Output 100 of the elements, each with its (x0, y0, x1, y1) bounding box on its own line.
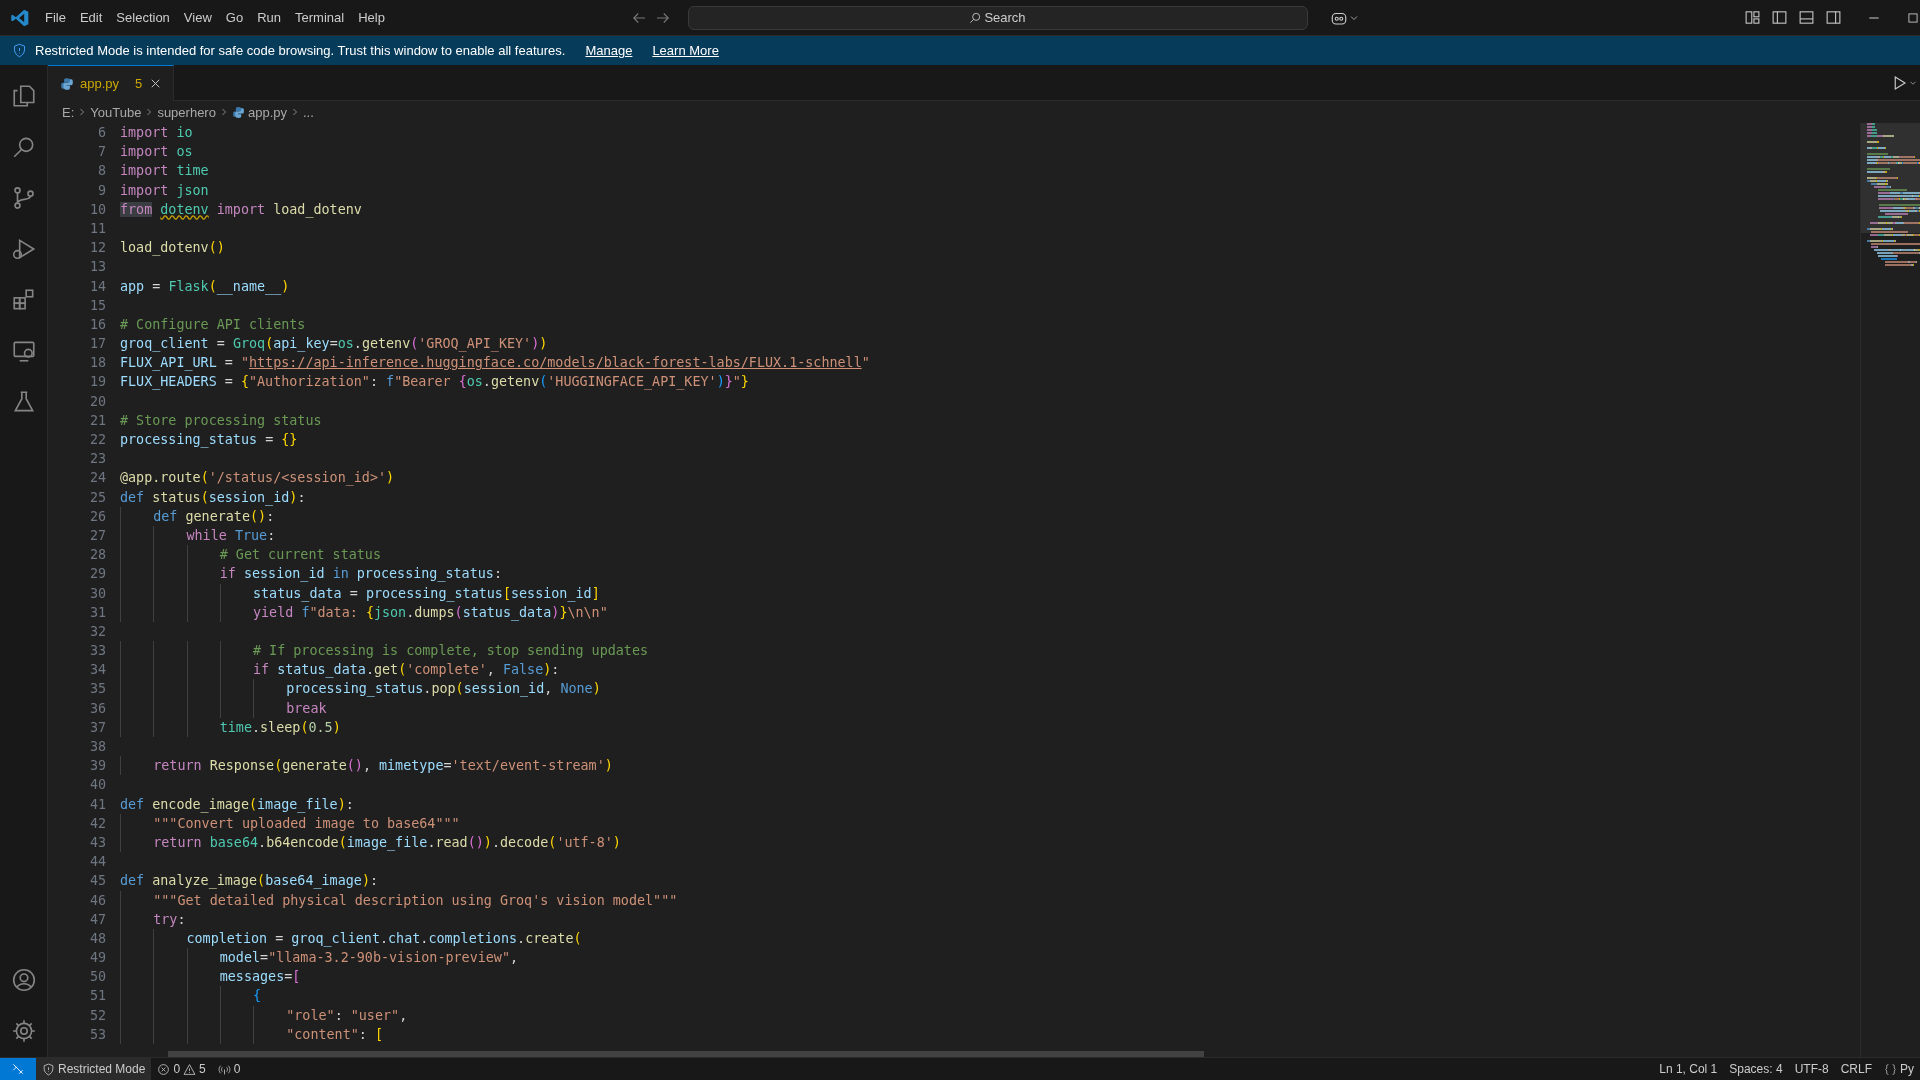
line-number: 50 (88, 968, 107, 987)
braces-icon (1884, 1062, 1897, 1076)
menu-item[interactable]: Go (218, 6, 251, 29)
layout-icon[interactable] (1744, 9, 1761, 26)
breadcrumb-item[interactable]: ... (303, 104, 314, 120)
line-number: 47 (88, 910, 107, 929)
menu-item[interactable]: Run (250, 6, 288, 29)
line-number: 42 (88, 814, 107, 833)
search-icon (968, 10, 982, 25)
line-number: 13 (88, 258, 107, 277)
line-number: 51 (88, 987, 107, 1006)
panel-toggle-icon[interactable] (1798, 9, 1815, 26)
code-line: # If processing is complete, stop sending updates (120, 641, 649, 661)
code-line: def generate(): (120, 506, 275, 526)
line-number: 49 (88, 949, 107, 968)
code-line: # Get current status (120, 545, 381, 565)
cursor-position[interactable]: Ln 1, Col 1 (1653, 1058, 1724, 1080)
line-number: 21 (88, 411, 107, 430)
code-line: def status(session_id): (120, 488, 306, 507)
breadcrumb-item[interactable]: E: (62, 104, 75, 120)
code-line: completion = groq_client.chat.completions.create( (120, 928, 582, 949)
problems-button[interactable]: 0 5 (151, 1058, 212, 1080)
line-number: 26 (88, 507, 107, 526)
settings-icon[interactable] (10, 1018, 37, 1044)
line-number: 37 (88, 718, 107, 737)
antenna-icon (217, 1062, 231, 1076)
menu-item[interactable]: Edit (72, 6, 110, 29)
python-icon (60, 76, 74, 91)
maximize-icon[interactable] (1906, 10, 1920, 25)
code-line: app = Flask(__name__) (120, 277, 290, 296)
line-number: 38 (88, 738, 107, 756)
code-line: # Configure API clients (120, 315, 306, 334)
breadcrumb-item[interactable]: superhero (157, 104, 216, 120)
line-number: 44 (88, 853, 107, 872)
code-line: # Store processing status (120, 411, 322, 430)
code-line: if session_id in processing_status: (120, 564, 502, 584)
code-line: messages=[ (120, 967, 301, 987)
menu-item[interactable]: File (38, 6, 73, 29)
run-debug-icon[interactable] (10, 236, 37, 262)
line-number: 23 (88, 450, 107, 469)
secondary-sidebar-toggle-icon[interactable] (1825, 9, 1842, 26)
app-logo (10, 7, 30, 28)
code-line: status_data = processing_status[session_id] (120, 583, 600, 603)
line-number: 48 (88, 929, 107, 948)
search-field[interactable]: Search (688, 5, 1308, 30)
code-line: import os (120, 143, 193, 162)
breadcrumb-item[interactable]: app.py (247, 104, 287, 120)
code-line: model="llama-3.2-90b-vision-preview", (120, 948, 519, 968)
language-mode[interactable]: Py (1878, 1058, 1920, 1080)
line-number: 33 (88, 642, 107, 661)
files-icon[interactable] (10, 83, 37, 109)
menu-item[interactable]: Selection (109, 6, 177, 29)
code-line: return base64.b64encode(image_file.read()).decode('utf-8') (120, 832, 621, 853)
line-number: 9 (96, 181, 107, 200)
line-number: 52 (88, 1006, 107, 1025)
menu-item[interactable]: View (176, 6, 219, 29)
line-number: 30 (88, 584, 107, 603)
sidebar-toggle-icon[interactable] (1771, 9, 1788, 26)
encoding-setting[interactable]: UTF-8 (1788, 1058, 1835, 1080)
code-line: import json (120, 181, 209, 200)
indentation-setting[interactable]: Spaces: 4 (1723, 1058, 1789, 1080)
line-number: 46 (88, 891, 107, 910)
code-line: load_dotenv() (120, 239, 225, 258)
line-number: 27 (88, 526, 107, 545)
line-number: 17 (88, 335, 107, 354)
code-line: while True: (120, 525, 276, 546)
code-line: try: (120, 909, 186, 929)
line-number: 24 (88, 469, 107, 488)
code-line: break (120, 698, 327, 718)
code-line: processing_status.pop(session_id, None) (120, 679, 601, 699)
line-ending-setting[interactable]: CRLF (1834, 1058, 1878, 1080)
code-line: import io (120, 124, 193, 142)
line-number: 34 (88, 661, 107, 680)
line-number: 39 (88, 757, 107, 776)
restricted-mode-message: Restricted Mode is intended for safe code browsing. Trust this window to enable all features. (35, 43, 566, 58)
menu-item[interactable]: Help (351, 6, 392, 29)
remote-icon (11, 1062, 25, 1076)
code-line: FLUX_API_URL = "https://api-inference.huggingface.co/models/black-forest-labs/FLUX.1-schnell" (120, 354, 870, 373)
banner-link[interactable]: Manage (585, 43, 633, 58)
code-line: def encode_image(image_file): (120, 795, 354, 814)
code-line: "role": "user", (120, 1005, 408, 1025)
line-number: 28 (88, 546, 107, 565)
line-number: 45 (88, 872, 107, 891)
code-line: import time (120, 162, 209, 181)
line-number: 32 (88, 622, 107, 641)
menu-item[interactable]: Terminal (288, 6, 352, 29)
shield-icon (12, 43, 27, 58)
account-icon[interactable] (10, 967, 37, 993)
shield-icon (42, 1062, 55, 1076)
banner-link[interactable]: Learn More (652, 43, 719, 58)
ports-button[interactable]: 0 (211, 1058, 247, 1080)
line-number: 40 (88, 776, 107, 795)
editor-tab[interactable]: app.py 5 (48, 65, 175, 101)
problem-count: 5 (135, 76, 143, 91)
line-number: 11 (88, 219, 107, 238)
code-line: def analyze_image(base64_image): (120, 872, 378, 891)
horizontal-scrollbar[interactable] (168, 1051, 1204, 1057)
line-number: 35 (88, 680, 107, 699)
breadcrumb-item[interactable]: YouTube (90, 104, 142, 120)
restricted-mode-button[interactable]: Restricted Mode (36, 1058, 152, 1080)
